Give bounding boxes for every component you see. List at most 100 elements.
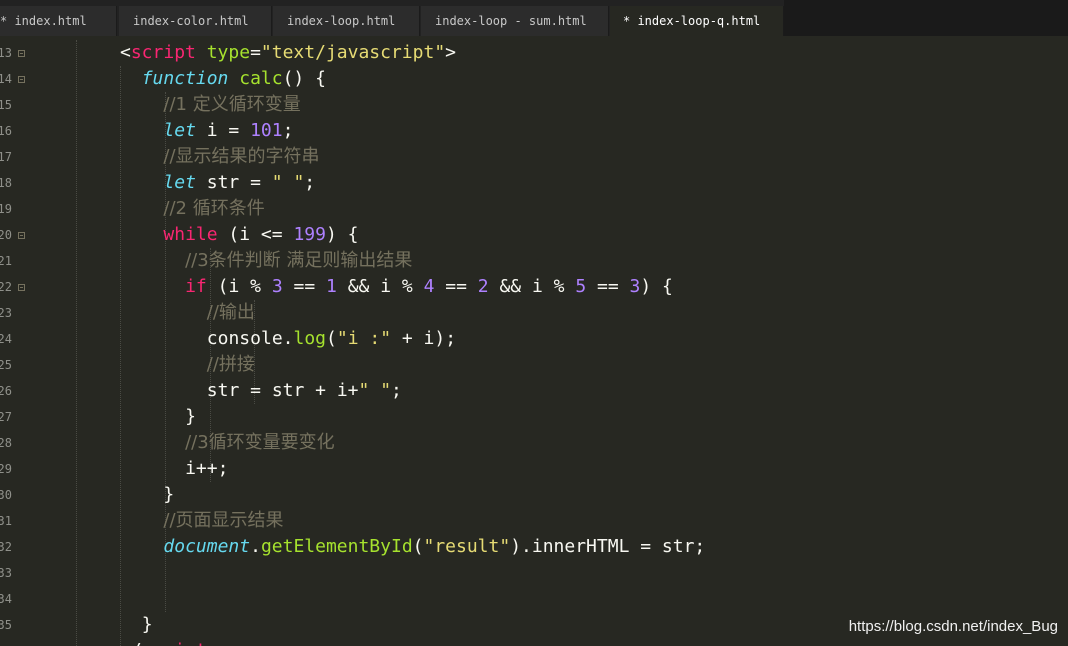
code-token: ;	[391, 380, 402, 401]
tab-bar-empty-area	[784, 0, 1068, 36]
code-token: 3	[629, 276, 641, 297]
fold-toggle-icon[interactable]	[18, 76, 25, 83]
code-line[interactable]: //输出	[207, 300, 255, 326]
code-token: //输出	[206, 302, 255, 323]
code-token: while	[163, 224, 218, 245]
code-token: =	[250, 42, 261, 63]
code-token: ==	[434, 276, 478, 297]
code-line[interactable]: //页面显示结果	[163, 508, 283, 534]
line-number-gutter: 13 14 15 16 17 18 19 20 21 22 23 24 25 26 27 28 29 30 31 32…	[0, 36, 30, 646]
code-token: <	[120, 42, 131, 63]
line-number: 35	[0, 618, 12, 632]
code-token: && i %	[488, 276, 576, 297]
code-editor[interactable]: 13 14 15 16 17 18 19 20 21 22 23 24 25 26 27 28 29 30 31 32…	[0, 36, 1068, 646]
code-token: 3	[271, 276, 283, 297]
code-line[interactable]: </script>	[120, 638, 218, 646]
code-token: "text/javascript"	[260, 42, 446, 63]
code-token: () {	[282, 68, 326, 89]
code-line[interactable]: <script type="text/javascript">	[120, 40, 456, 66]
code-token: ==	[282, 276, 327, 297]
tab-index-loop-sum-html[interactable]: index-loop - sum.html	[421, 6, 609, 36]
code-line[interactable]: //3条件判断 满足则输出结果	[185, 248, 412, 274]
code-token: str = str + i+	[206, 380, 359, 401]
code-line[interactable]: function calc() {	[142, 66, 326, 92]
code-token: + i);	[391, 328, 457, 349]
line-number: 36	[0, 638, 12, 646]
code-token: //2 循环条件	[163, 198, 265, 219]
line-number: 25	[0, 358, 12, 372]
code-line[interactable]: }	[163, 482, 174, 508]
tab-index-html[interactable]: * index.html	[0, 6, 117, 36]
line-number: 24	[0, 332, 12, 346]
fold-toggle-icon[interactable]	[18, 50, 25, 57]
line-number: 22	[0, 280, 12, 294]
code-token: 1	[326, 276, 337, 297]
code-token: }	[141, 614, 153, 635]
code-token: >	[445, 42, 456, 63]
code-token: getElementById	[260, 536, 413, 557]
code-token: if	[185, 276, 207, 297]
code-token: //拼接	[206, 354, 255, 375]
code-token: //3条件判断 满足则输出结果	[185, 250, 413, 271]
code-token: ) {	[325, 224, 359, 245]
line-number: 33	[0, 566, 12, 580]
code-line[interactable]: document.getElementById("result").innerH…	[163, 534, 705, 560]
code-token: script	[142, 640, 207, 646]
code-token: //显示结果的字符串	[163, 146, 320, 167]
line-number: 23	[0, 306, 12, 320]
line-number: 31	[0, 514, 12, 528]
line-number: 19	[0, 202, 12, 216]
line-number: 18	[0, 176, 12, 190]
tab-index-loop-html[interactable]: index-loop.html	[273, 6, 420, 36]
indent-guide	[120, 66, 121, 646]
code-line[interactable]: //1 定义循环变量	[163, 92, 300, 118]
code-token: calc	[239, 68, 283, 89]
code-line[interactable]: let str = " ";	[163, 170, 315, 196]
line-number: 16	[0, 124, 12, 138]
code-line[interactable]: let i = 101;	[163, 118, 293, 144]
code-line[interactable]: }	[185, 404, 196, 430]
line-number: 32	[0, 540, 12, 554]
code-token: //页面显示结果	[163, 510, 284, 531]
fold-toggle-icon[interactable]	[18, 284, 25, 291]
code-token: 199	[293, 224, 326, 245]
line-number: 14	[0, 72, 12, 86]
code-token: str =	[195, 172, 272, 193]
tab-index-loop-q-html[interactable]: * index-loop-q.html	[610, 6, 784, 36]
code-token: log	[293, 328, 327, 349]
code-line[interactable]: while (i <= 199) {	[163, 222, 358, 248]
code-line[interactable]: str = str + i+" ";	[207, 378, 402, 404]
code-token: i =	[195, 120, 251, 141]
code-line[interactable]: if (i % 3 == 1 && i % 4 == 2 && i % 5 ==…	[185, 274, 673, 300]
code-line[interactable]: //3循环变量要变化	[185, 430, 335, 456]
code-token: //1 定义循环变量	[163, 94, 301, 115]
code-token: //3循环变量要变化	[185, 432, 335, 453]
tab-index-color-html[interactable]: index-color.html	[119, 6, 272, 36]
code-token: 5	[575, 276, 587, 297]
code-token: ==	[586, 276, 630, 297]
code-token: }	[185, 406, 196, 427]
code-token: .	[250, 536, 261, 557]
code-token: let	[163, 120, 196, 141]
code-token: 4	[423, 276, 435, 297]
code-token: 2	[477, 276, 489, 297]
code-token: " "	[271, 172, 305, 193]
code-token: " "	[358, 380, 392, 401]
code-line[interactable]: //显示结果的字符串	[163, 144, 319, 170]
code-line[interactable]: }	[142, 612, 153, 638]
code-token: (i <=	[217, 224, 294, 245]
tab-bar: * index.html index-color.html index-loop…	[0, 0, 1068, 36]
line-number: 27	[0, 410, 12, 424]
code-line[interactable]: i++;	[185, 456, 228, 482]
code-token: ).innerHTML = str;	[510, 536, 706, 557]
line-number: 30	[0, 488, 12, 502]
code-line[interactable]: console.log("i :" + i);	[207, 326, 456, 352]
code-token: i++;	[185, 458, 229, 479]
fold-toggle-icon[interactable]	[18, 232, 25, 239]
code-line[interactable]: //拼接	[207, 352, 255, 378]
code-line[interactable]: //2 循环条件	[163, 196, 264, 222]
code-token: }	[163, 484, 175, 505]
line-number: 13	[0, 46, 12, 60]
code-token: type	[206, 42, 251, 63]
